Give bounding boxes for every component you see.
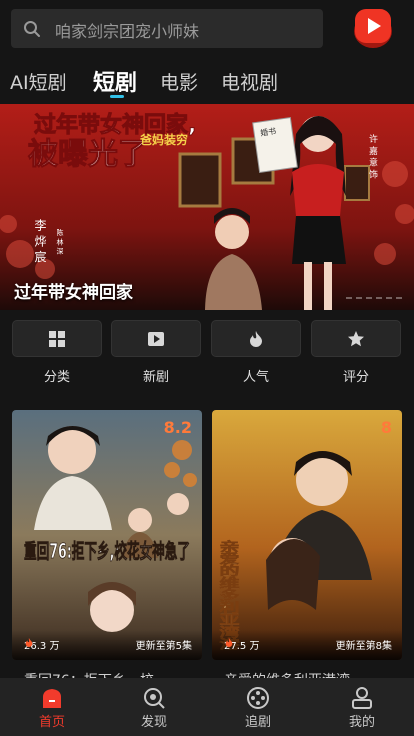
quick-entry-new-label: 新剧 <box>142 370 169 385</box>
tab-ai-drama[interactable]: AI短剧 <box>10 68 67 95</box>
active-tab-indicator <box>110 95 124 98</box>
quick-entry-popular[interactable]: 人气 <box>211 318 301 388</box>
poster-actor: 李 烨 宸 <box>33 218 47 264</box>
quick-entries: 分类 新剧 人气 评分 <box>0 318 414 388</box>
quick-entry-category-button[interactable] <box>12 320 102 357</box>
hero-banner[interactable]: 婚书 过年带女神回家, 被曝光了 爸妈装穷 李 烨 宸 陈 林 深 许 嘉 意 … <box>0 104 414 310</box>
episode-update: 更新至第8集 <box>335 641 392 652</box>
category-tabs: AI短剧 短剧 电影 电视剧 <box>0 62 414 102</box>
episode-update: 更新至第5集 <box>135 641 192 652</box>
play-logo-icon[interactable] <box>352 7 394 49</box>
home-icon <box>43 689 61 708</box>
nav-item-home-label: 首页 <box>38 715 65 730</box>
quick-entry-rating-button[interactable] <box>311 320 401 357</box>
drama-poster: 亲爱的维多利亚湾港 <box>212 410 402 660</box>
play-square-icon <box>148 331 164 346</box>
quick-entry-new-button[interactable] <box>111 320 201 357</box>
banner-pagination <box>346 297 402 299</box>
quick-entry-rating-label: 评分 <box>342 370 369 385</box>
rating-score: 8.2 <box>163 418 192 437</box>
nav-item-discover[interactable]: 发现 <box>114 678 194 736</box>
drama-card[interactable]: 亲爱的维多利亚湾港 8 27.5 万 更新至第8集 <box>212 410 402 660</box>
rating-score: 8 <box>380 418 392 437</box>
poster-tag: 爸妈装穷 <box>139 132 188 147</box>
grid-icon <box>49 330 65 347</box>
drama-poster: 重回76:拒下乡,校花女神急了 <box>12 410 202 660</box>
bottom-navigation: 首页 发现 追剧 我的 <box>0 678 414 736</box>
star-icon <box>348 330 364 346</box>
nav-item-home[interactable]: 首页 <box>12 678 92 736</box>
poster-title-line2: 被曝光了 <box>28 137 148 172</box>
quick-entry-new[interactable]: 新剧 <box>111 318 201 388</box>
quick-entry-popular-button[interactable] <box>211 320 301 357</box>
poster-actor-small: 陈 林 深 <box>56 228 64 255</box>
nav-item-follow[interactable]: 追剧 <box>218 678 298 736</box>
quick-entry-category[interactable]: 分类 <box>12 318 102 388</box>
film-reel-icon <box>247 687 269 709</box>
quick-entry-popular-label: 人气 <box>242 370 269 385</box>
nav-item-discover-label: 发现 <box>140 715 167 730</box>
heat-count: 27.5 万 <box>224 637 259 652</box>
nav-item-profile-label: 我的 <box>348 715 375 730</box>
search-placeholder: 咱家剑宗团宠小师妹 <box>55 22 200 41</box>
profile-icon <box>352 687 372 709</box>
flame-icon <box>25 638 33 647</box>
quick-entry-category-label: 分类 <box>43 370 70 385</box>
nav-item-follow-label: 追剧 <box>244 715 271 730</box>
drama-card[interactable]: 重回76:拒下乡,校花女神急了 8.2 26.3 万 更新至第5集 <box>12 410 202 660</box>
flame-icon <box>225 638 233 647</box>
search-input[interactable]: 咱家剑宗团宠小师妹 <box>11 9 323 48</box>
top-bar: 咱家剑宗团宠小师妹 <box>0 0 414 56</box>
tab-movie[interactable]: 电影 <box>160 68 198 95</box>
flame-icon <box>250 330 262 347</box>
discover-icon <box>144 688 165 709</box>
search-icon <box>24 21 40 37</box>
banner-title: 过年带女神回家 <box>14 283 133 303</box>
poster-actor-right: 许 嘉 意 饰 <box>367 133 378 180</box>
tab-tv-series[interactable]: 电视剧 <box>221 68 278 95</box>
quick-entry-rating[interactable]: 评分 <box>311 318 401 388</box>
poster-title: 重回76:拒下乡,校花女神急了 <box>24 539 190 563</box>
nav-item-profile[interactable]: 我的 <box>322 678 402 736</box>
heat-count: 26.3 万 <box>24 637 59 652</box>
tab-short-drama[interactable]: 短剧 <box>93 65 137 97</box>
